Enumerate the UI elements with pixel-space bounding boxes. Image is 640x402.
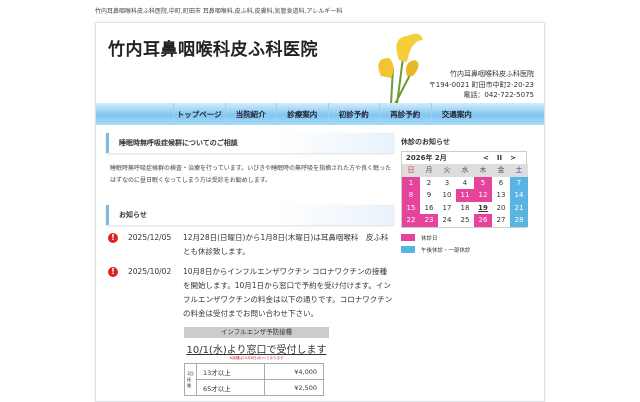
calendar-day: 26 [474,214,492,227]
calendar-month: 2026年 2月 [406,154,447,162]
calendar-day: 6 [498,178,504,187]
calendar-day: 22 [402,214,420,227]
calendar-day: 1 [402,176,420,189]
age-cell: 13才以上 [196,363,265,380]
news-date: 2025/12/05 [128,233,172,242]
calendar-day: 17 [442,203,452,212]
news-item: ! 2025/12/05 12月28日(日曜日)から1月8日(木曜日)は耳鼻咽喉… [106,231,394,259]
alert-icon: ! [108,267,118,277]
calendar-day: 13 [496,191,506,199]
calendar-day: 11 [456,189,474,202]
calendar-day: 12 [474,189,492,202]
clinic-logo[interactable]: 竹内耳鼻咽喉科皮ふ科医院 [108,35,318,60]
news-text: 12月28日(日曜日)から1月8日(木曜日)は耳鼻咽喉科 皮ふ科とも休診致します… [183,233,389,256]
section-heading-news: お知らせ [106,205,394,225]
weekday-header: 水 [456,164,474,177]
calendar-legend: 休診日 午後休診・一部休診 [401,234,538,254]
calendar-header: 2026年 2月 < II > [402,152,526,164]
calendar-day: 5 [474,176,492,189]
weekday-header: 金 [492,164,510,177]
nav-revisit[interactable]: 再診予約 [379,103,431,125]
calendar-day: 25 [460,216,470,224]
weekday-header: 月 [420,164,438,177]
age-cell: 65才以上 [196,379,265,396]
section-heading-sleep-apnea: 睡眠時無呼吸症候群についてのご相談 [106,133,394,153]
address-phone: 電話：042-722-5075 [463,91,534,99]
calendar-day: 27 [496,216,506,224]
price-cell: ¥2,500 [263,379,325,396]
calendar-day: 10 [442,191,452,199]
main-content: 睡眠時無呼吸症候群についてのご相談 睡眠時無呼吸症候群の検査・治療を行っています… [106,133,394,396]
calendar-day: 14 [510,189,528,202]
price-table: 1回接種 13才以上 ¥4,000 65才以上 ¥2,500 [184,363,325,396]
main-nav: トップページ 当院紹介 診療案内 初診予約 再診予約 交通案内 [96,103,544,125]
calendar-day: 18 [460,203,470,212]
news-item: ! 2025/10/02 10月8日からインフルエンザワクチン コロナワクチンの… [106,265,394,321]
calendar-day: 28 [510,214,528,227]
flyer-title: インフルエンザ予防接種 [184,327,329,338]
calendar-day: 4 [462,178,468,187]
calendar-day: 24 [442,216,452,224]
prev-month-button[interactable]: < [483,152,489,164]
dose-label: 1回接種 [184,363,197,396]
calendar-day: 8 [402,189,420,202]
legend-label: 休診日 [421,235,438,242]
legend-item: 休診日 [401,234,538,242]
nav-access[interactable]: 交通案内 [430,103,483,125]
price-cell: ¥4,000 [263,363,325,380]
calendar-day: 7 [510,176,528,189]
weekday-header: 土 [510,164,528,177]
sidebar: 休診のお知らせ 2026年 2月 < II > 日月火水木金土123456789… [401,137,538,254]
flu-vaccine-flyer: インフルエンザ予防接種 10/1(水)より窓口で受付します ※接種は10月8日(… [184,327,329,396]
legend-swatch [401,246,415,253]
news-text: 10月8日からインフルエンザワクチン コロナワクチンの接種を開始します。10月1… [183,267,393,318]
news-list: ! 2025/12/05 12月28日(日曜日)から1月8日(木曜日)は耳鼻咽喉… [106,231,394,321]
clinic-address: 竹内耳鼻咽喉科皮ふ科医院 〒194-0021 町田市中町2-20-23 電話：0… [429,69,534,101]
address-name: 竹内耳鼻咽喉科皮ふ科医院 [450,70,534,78]
nav-services[interactable]: 診療案内 [276,103,328,125]
page-container: 竹内耳鼻咽喉科皮ふ科医院 竹内耳鼻咽喉科皮ふ科医院 〒194-0021 町田市中… [95,22,545,402]
legend-item: 午後休診・一部休診 [401,246,538,254]
calendar-day: 19 [478,203,488,212]
calendar-day: 21 [510,201,528,214]
calendar-grid: 日月火水木金土 1 2 3 4 5 6 7 8 9 10 11 12 13 14 15 16 17 18 19 20 21… [402,164,528,227]
calendar-day: 3 [444,178,450,187]
calendar-day: 20 [496,203,506,212]
site-tagline: 竹内耳鼻咽喉科皮ふ科医院,中町,町田市 耳鼻咽喉科,皮ふ科,皮膚科,気管食道科,… [95,8,343,15]
news-date: 2025/10/02 [128,267,172,276]
calendar-day: 23 [420,214,438,227]
calla-lily-image [378,33,423,104]
nav-about[interactable]: 当院紹介 [224,103,277,125]
closure-calendar: 2026年 2月 < II > 日月火水木金土 1 2 3 4 5 6 7 8 9 10 11 12 13… [401,151,528,228]
pause-button[interactable]: II [497,152,502,164]
closure-calendar-title: 休診のお知らせ [401,138,450,146]
alert-icon: ! [108,233,118,243]
weekday-header: 木 [474,164,492,177]
legend-swatch [401,234,415,241]
calendar-day: 16 [424,203,434,212]
weekday-header: 火 [438,164,456,177]
nav-first-visit[interactable]: 初診予約 [327,103,380,125]
flyer-note: ※接種は10月8日(水)〜となります [229,356,284,360]
weekday-header: 日 [402,164,420,177]
address-line: 〒194-0021 町田市中町2-20-23 [428,80,534,89]
nav-top[interactable]: トップページ [173,103,225,125]
next-month-button[interactable]: > [510,152,516,164]
calendar-day: 9 [426,191,432,199]
calendar-day: 2 [426,178,432,187]
sleep-apnea-text: 睡眠時無呼吸症候群の検査・治療を行っています。いびきや睡眠時の無呼吸を指摘された… [110,165,392,184]
calendar-day: 15 [402,201,420,214]
legend-label: 午後休診・一部休診 [421,247,471,254]
flyer-headline: 10/1(水)より窓口で受付します [186,345,327,356]
